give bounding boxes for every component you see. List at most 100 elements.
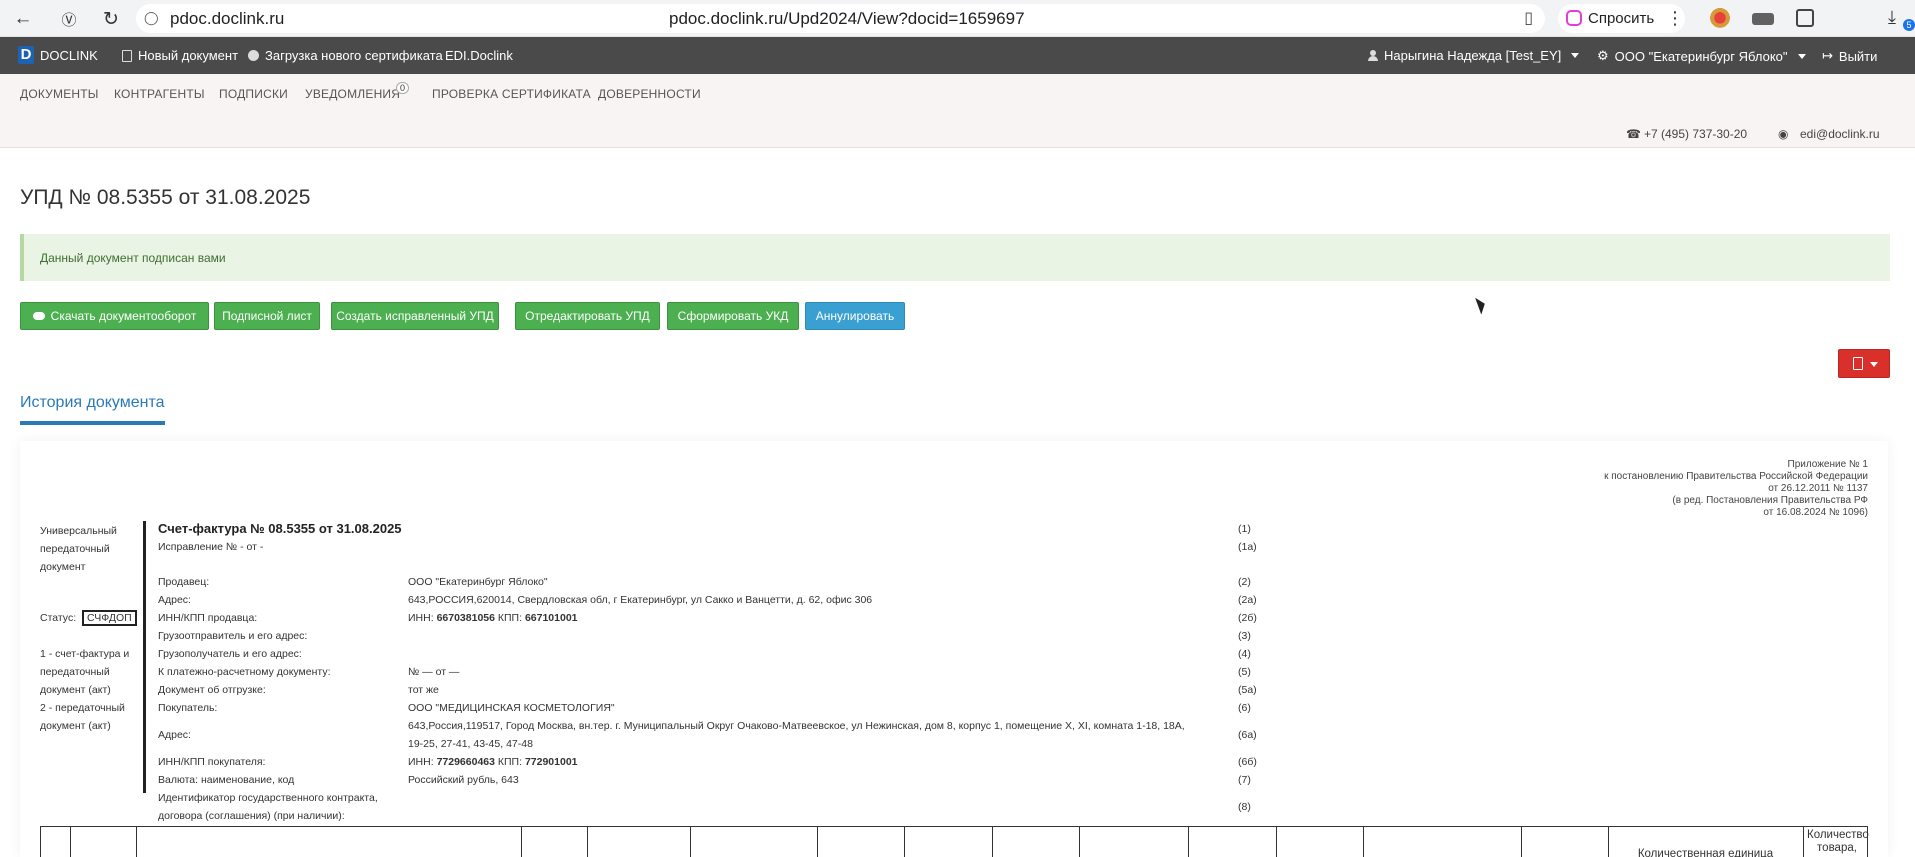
doclink-logo-icon: D (18, 46, 34, 64)
legend-item: 1 - счет-фактура и передаточный документ… (40, 648, 130, 696)
bookmark-icon[interactable]: ▯ (1524, 8, 1533, 28)
new-document-label: Новый документ (138, 48, 239, 63)
field-code: (8) (1238, 801, 1251, 813)
field-code: (1) (1238, 523, 1251, 535)
field-code: (7) (1238, 774, 1251, 786)
payment-value: № — от — (408, 666, 460, 678)
inn-prefix: ИНН: (408, 612, 434, 624)
user-menu[interactable]: Нарыгина Надежда [Test_EY] (1368, 48, 1580, 63)
download-workflow-label: Скачать документооборот (50, 309, 197, 323)
logout-icon: ↦ (1822, 48, 1833, 63)
upload-cert-link[interactable]: Загрузка нового сертификата (248, 48, 443, 63)
annul-button[interactable]: Аннулировать (805, 302, 905, 330)
seller-inn: 6670381056 (436, 612, 495, 624)
nav-subscriptions[interactable]: ПОДПИСКИ (219, 87, 288, 101)
edi-link[interactable]: EDI.Doclink (445, 48, 513, 63)
nav-documents[interactable]: ДОКУМЕНТЫ (20, 87, 99, 101)
table-divider (1803, 827, 1804, 857)
legend-item: 2 - передаточный документ (акт) (40, 702, 125, 732)
kpp-prefix: КПП: (497, 612, 523, 624)
payment-label: К платежно-расчетному документу: (158, 666, 331, 678)
org-name: ООО "Екатеринбург Яблоко" (1614, 48, 1788, 64)
certificate-icon (248, 50, 259, 61)
column-header-qty-line: Количество (1807, 829, 1869, 841)
buyer-inn-kpp: ИНН: 7729660463 КПП: 772901001 (408, 756, 578, 768)
divider (143, 521, 146, 793)
table-divider (1608, 827, 1609, 857)
contract-label-1: Идентификатор государственного контракта… (158, 792, 378, 804)
nav-powers-of-attorney[interactable]: ДОВЕРЕННОСТИ (598, 87, 701, 101)
document-icon (122, 49, 132, 62)
table-divider (136, 827, 137, 857)
yandex-icon[interactable]: Ⓥ (56, 6, 82, 32)
correction-line: Исправление № - от - (158, 541, 264, 553)
buyer-address-1: 643,Россия,119517, Город Москва, вн.тер.… (408, 720, 1185, 732)
currency-label: Валюта: наименование, код (158, 774, 295, 786)
edi-label: EDI.Doclink (445, 48, 513, 63)
seller-address: 643,РОССИЯ,620014, Свердловская обл, г Е… (408, 594, 873, 606)
table-divider (1363, 827, 1364, 857)
annex-line: к постановлению Правительства Российской… (1604, 471, 1868, 482)
contract-label-2: договора (соглашения) (при наличии): (158, 810, 345, 822)
upload-cert-label: Загрузка нового сертификата (265, 48, 443, 63)
field-code: (6) (1238, 702, 1251, 714)
table-divider (1188, 827, 1189, 857)
status-line: Статус: СЧФДОП (40, 610, 137, 626)
buyer-inn-label: ИНН/КПП покупателя: (158, 756, 266, 768)
logout-label: Выйти (1838, 48, 1878, 64)
form-ukd-button[interactable]: Сформировать УКД (667, 302, 799, 330)
signature-sheet-button[interactable]: Подписной лист (214, 302, 320, 330)
goods-table-header: Количественная единица Количество товара… (40, 826, 1869, 857)
table-divider (1079, 827, 1080, 857)
address-bar[interactable]: ◯ pdoc.doclink.ru pdoc.doclink.ru/Upd202… (136, 4, 1545, 33)
more-icon[interactable]: ⋮ (1666, 8, 1684, 29)
table-divider (1521, 827, 1522, 857)
page-title: УПД № 08.5355 от 31.08.2025 (20, 186, 311, 209)
tab-history[interactable]: История документа (20, 394, 165, 412)
table-divider (904, 827, 905, 857)
address-host: pdoc.doclink.ru (170, 9, 285, 28)
ask-button[interactable]: Спросить ⋮ (1558, 4, 1685, 33)
table-divider (690, 827, 691, 857)
gear-icon: ⚙ (1597, 48, 1609, 63)
support-phone: +7 (495) 737-30-20 (1644, 127, 1748, 141)
extension-icon[interactable] (1796, 9, 1814, 27)
pdf-export-button[interactable] (1838, 349, 1890, 378)
reload-icon[interactable]: ↻ (98, 6, 124, 32)
field-code: (5а) (1238, 684, 1257, 696)
field-code: (6б) (1238, 756, 1257, 768)
brand-logo[interactable]: D DOCLINK (18, 46, 98, 64)
user-name: Нарыгина Надежда [Test_EY] (1384, 48, 1562, 63)
cloud-download-icon (32, 312, 45, 320)
status-legend: 1 - счет-фактура и передаточный документ… (40, 645, 145, 735)
field-code: (4) (1238, 648, 1251, 660)
org-menu[interactable]: ⚙ ООО "Екатеринбург Яблоко" (1597, 48, 1806, 64)
extension-icon[interactable] (1752, 13, 1774, 25)
back-arrow-icon[interactable]: ← (10, 6, 36, 32)
shipment-value: тот же (408, 684, 439, 696)
nav-counterparties[interactable]: КОНТРАГЕНТЫ (114, 87, 205, 101)
create-corrected-button[interactable]: Создать исправленный УПД (331, 302, 499, 330)
upd-document: Приложение № 1 к постановлению Правитель… (20, 441, 1888, 857)
downloads-icon[interactable]: ⤓ (1888, 7, 1896, 28)
field-code: (3) (1238, 630, 1251, 642)
logout-link[interactable]: ↦ Выйти (1822, 48, 1877, 64)
buyer-inn: 7729660463 (436, 756, 495, 768)
shipment-label: Документ об отгрузке: (158, 684, 266, 696)
nav-cert-check[interactable]: ПРОВЕРКА СЕРТИФИКАТА (432, 87, 591, 101)
edit-upd-button[interactable]: Отредактировать УПД (515, 302, 660, 330)
user-icon (1368, 50, 1378, 61)
seller-value: ООО "Екатеринбург Яблоко" (408, 576, 548, 588)
nav-notifications[interactable]: УВЕДОМЛЕНИЯ (305, 87, 400, 101)
table-divider (992, 827, 993, 857)
support-email[interactable]: edi@doclink.ru (1800, 127, 1880, 141)
new-document-link[interactable]: Новый документ (122, 48, 238, 63)
download-workflow-button[interactable]: Скачать документооборот (20, 302, 209, 330)
buyer-label: Покупатель: (158, 702, 218, 714)
site-info-icon[interactable]: ◯ (144, 10, 159, 26)
invoice-title: Счет-фактура № 08.5355 от 31.08.2025 (158, 521, 402, 536)
email-icon: ◉ (1778, 127, 1789, 141)
address-url: pdoc.doclink.ru/Upd2024/View?docid=16596… (669, 9, 1025, 28)
extension-icon[interactable] (1709, 8, 1731, 30)
consignee-label: Грузополучатель и его адрес: (158, 648, 302, 660)
